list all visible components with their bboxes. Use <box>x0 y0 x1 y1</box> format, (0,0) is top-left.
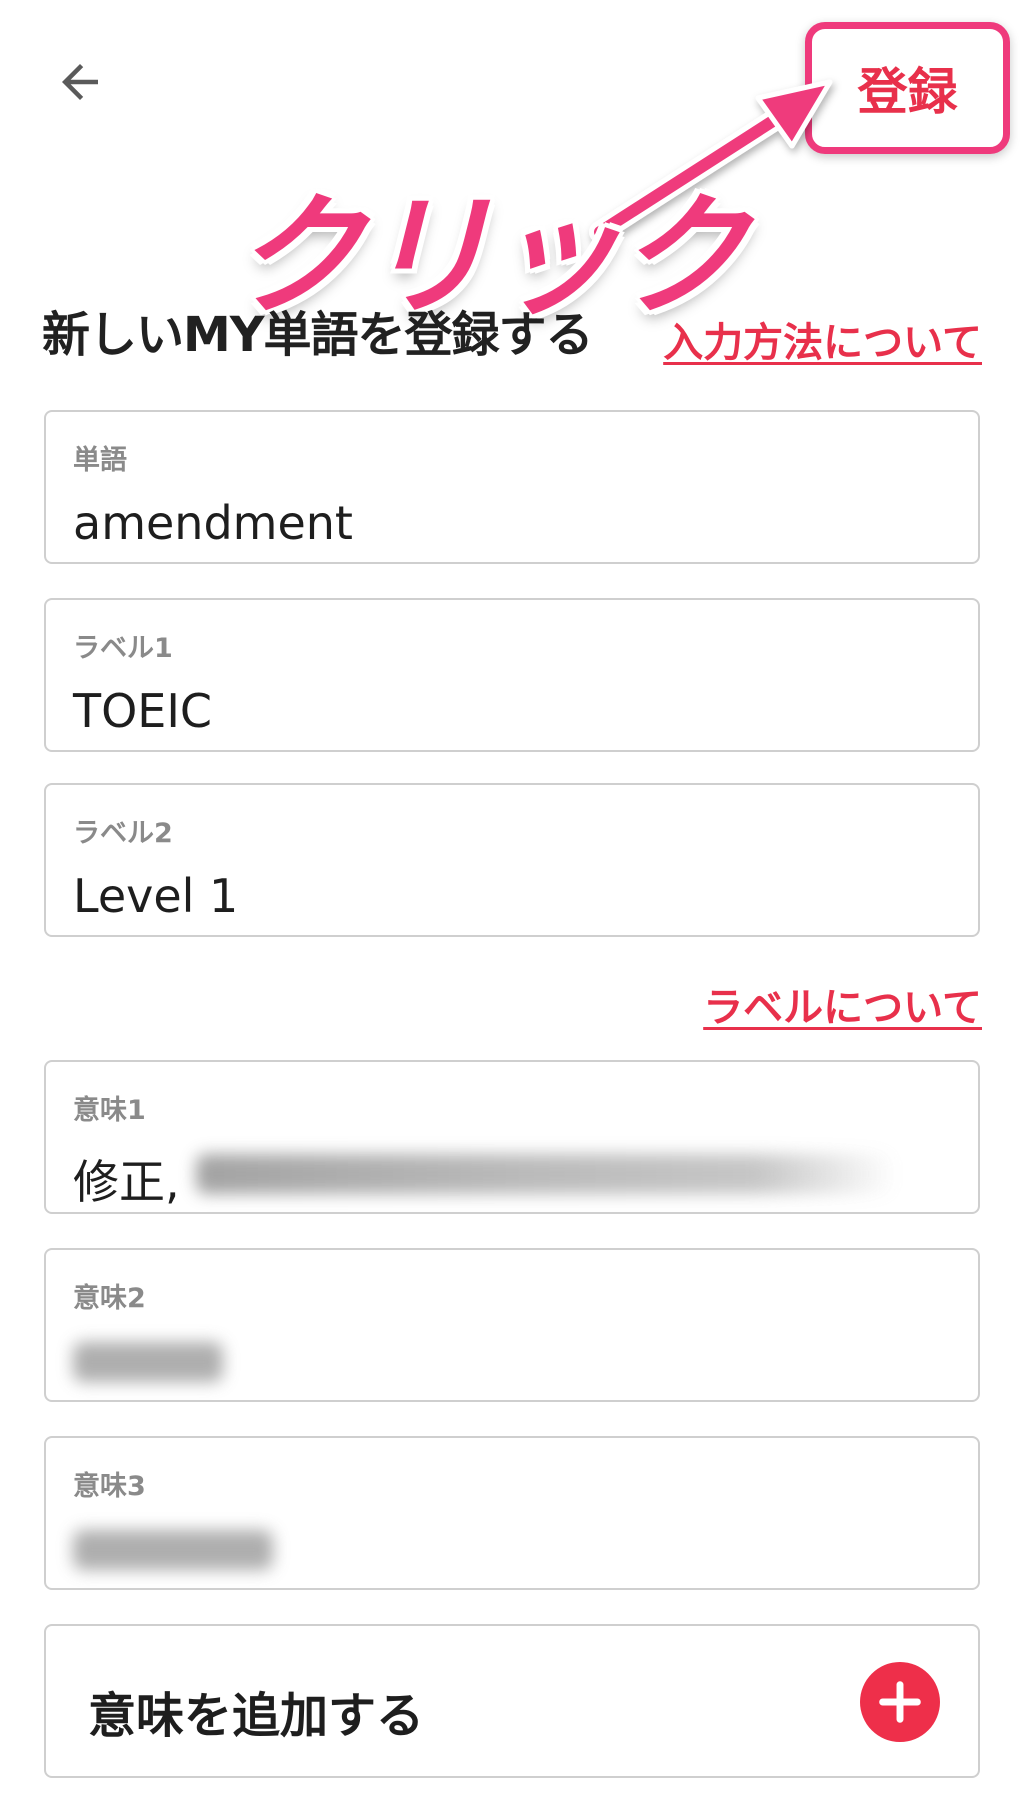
word-field-value[interactable]: amendment <box>73 496 353 550</box>
blurred-text <box>73 1530 273 1570</box>
label1-field-value[interactable]: TOEIC <box>73 684 212 738</box>
meaning1-field[interactable]: 意味1 修正, <box>44 1060 980 1214</box>
add-meaning-button[interactable]: 意味を追加する <box>44 1624 980 1778</box>
meaning2-field-label: 意味2 <box>73 1283 146 1314</box>
input-method-link[interactable]: 入力方法について <box>663 310 982 368</box>
label-about-link[interactable]: ラベルについて <box>703 975 982 1033</box>
label1-field[interactable]: ラベル1 TOEIC <box>44 598 980 752</box>
meaning1-field-label: 意味1 <box>73 1095 146 1126</box>
plus-icon <box>879 1681 921 1723</box>
register-button[interactable]: 登録 <box>812 29 1003 147</box>
arrow-left-icon <box>62 64 98 100</box>
word-field[interactable]: 単語 amendment <box>44 410 980 564</box>
blurred-text <box>73 1342 223 1382</box>
word-field-label: 単語 <box>73 445 127 476</box>
register-highlight-box: 登録 <box>805 22 1010 154</box>
label1-field-label: ラベル1 <box>73 633 173 664</box>
meaning1-field-value[interactable]: 修正, <box>73 1146 180 1212</box>
label2-field-value[interactable]: Level 1 <box>73 869 238 923</box>
add-meaning-label: 意味を追加する <box>88 1688 425 1744</box>
meaning3-field-label: 意味3 <box>73 1471 146 1502</box>
page-title: 新しいMY単語を登録する <box>42 307 594 363</box>
meaning2-field[interactable]: 意味2 <box>44 1248 980 1402</box>
plus-circle-icon[interactable] <box>860 1662 940 1742</box>
label2-field-label: ラベル2 <box>73 818 173 849</box>
back-button[interactable] <box>48 54 112 110</box>
label2-field[interactable]: ラベル2 Level 1 <box>44 783 980 937</box>
meaning3-field[interactable]: 意味3 <box>44 1436 980 1590</box>
blurred-text <box>196 1154 896 1194</box>
